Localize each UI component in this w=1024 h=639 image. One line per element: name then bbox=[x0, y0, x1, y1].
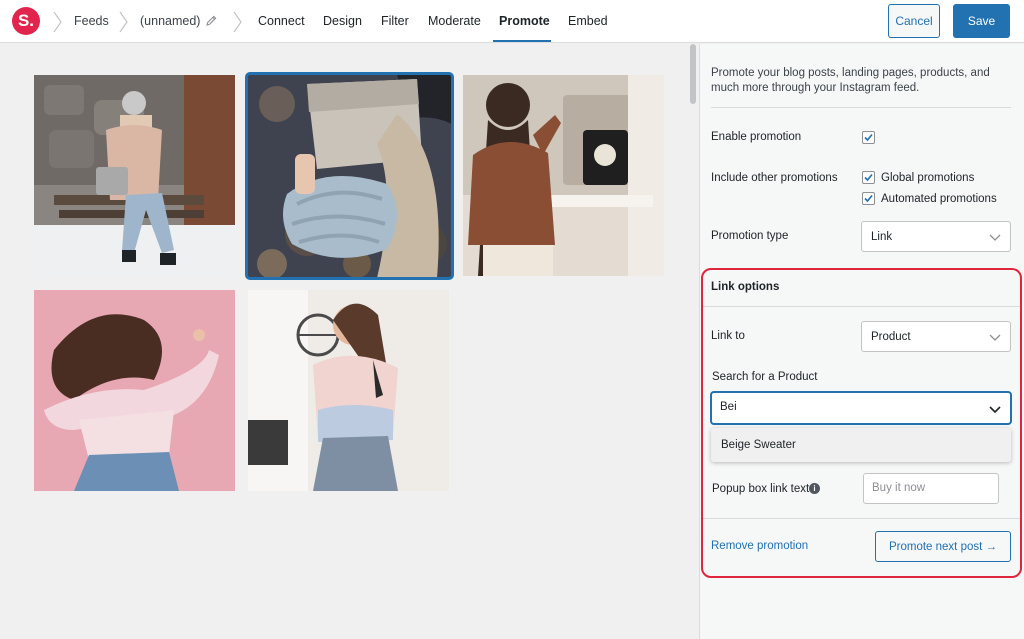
pencil-icon[interactable] bbox=[205, 14, 218, 27]
link-options-title: Link options bbox=[711, 281, 780, 293]
breadcrumb-feeds[interactable]: Feeds bbox=[74, 14, 109, 28]
product-search-field[interactable] bbox=[711, 392, 1011, 424]
feed-post-photo[interactable] bbox=[245, 72, 454, 280]
enable-promotion-label: Enable promotion bbox=[711, 131, 802, 143]
top-bar: S. Feeds (unnamed) Connect Design Filter… bbox=[0, 0, 1024, 43]
feed-post-photo[interactable] bbox=[463, 75, 664, 276]
app-logo[interactable]: S. bbox=[12, 7, 40, 35]
product-search-input[interactable] bbox=[720, 401, 980, 413]
feed-post-photo[interactable] bbox=[34, 75, 235, 276]
suggestion-option[interactable]: Beige Sweater bbox=[721, 439, 796, 451]
cancel-button[interactable]: Cancel bbox=[888, 4, 940, 38]
tab-design[interactable]: Design bbox=[323, 14, 362, 28]
divider bbox=[711, 107, 1011, 108]
automated-promotions-label: Automated promotions bbox=[881, 193, 997, 205]
popup-link-text-field[interactable] bbox=[863, 473, 999, 504]
enable-promotion-checkbox[interactable] bbox=[862, 131, 875, 144]
chevron-right-icon bbox=[118, 11, 128, 33]
promote-next-post-button[interactable]: Promote next post → bbox=[875, 531, 1011, 562]
global-promotions-label: Global promotions bbox=[881, 172, 975, 184]
include-other-promotions-label: Include other promotions bbox=[711, 172, 838, 184]
checkmark-icon bbox=[864, 173, 873, 182]
remove-promotion-link[interactable]: Remove promotion bbox=[711, 540, 808, 552]
save-button[interactable]: Save bbox=[953, 4, 1010, 38]
global-promotions-checkbox[interactable] bbox=[862, 171, 875, 184]
promotion-type-label: Promotion type bbox=[711, 230, 789, 242]
link-to-select[interactable]: Product bbox=[861, 321, 1011, 352]
checkmark-icon bbox=[864, 133, 873, 142]
tab-connect[interactable]: Connect bbox=[258, 14, 305, 28]
product-suggestions-dropdown: Beige Sweater bbox=[711, 428, 1011, 462]
promotion-type-value: Link bbox=[871, 231, 893, 243]
scrollbar-thumb[interactable] bbox=[690, 44, 696, 104]
link-to-value: Product bbox=[871, 331, 911, 343]
breadcrumb-feed-name[interactable]: (unnamed) bbox=[140, 14, 200, 28]
checkmark-icon bbox=[864, 194, 873, 203]
divider bbox=[703, 306, 1020, 307]
tab-promote[interactable]: Promote bbox=[499, 14, 550, 28]
tab-filter[interactable]: Filter bbox=[381, 14, 409, 28]
feed-post-photo[interactable] bbox=[248, 290, 449, 491]
chevron-down-icon bbox=[989, 234, 1001, 241]
gallery-scrollbar[interactable] bbox=[688, 44, 698, 639]
chevron-right-icon bbox=[52, 11, 62, 33]
chevron-down-icon[interactable] bbox=[989, 404, 1001, 414]
promotion-type-select[interactable]: Link bbox=[861, 221, 1011, 252]
tab-moderate[interactable]: Moderate bbox=[428, 14, 481, 28]
divider bbox=[703, 518, 1020, 519]
chevron-down-icon bbox=[989, 334, 1001, 341]
chevron-right-icon bbox=[232, 11, 242, 33]
automated-promotions-checkbox[interactable] bbox=[862, 192, 875, 205]
product-search-label: Search for a Product bbox=[712, 371, 818, 383]
link-to-label: Link to bbox=[711, 330, 745, 342]
popup-link-text-label: Popup box link text bbox=[712, 483, 810, 495]
feed-post-photo[interactable] bbox=[34, 290, 235, 491]
info-icon[interactable]: i bbox=[809, 483, 820, 494]
popup-link-text-input[interactable] bbox=[872, 482, 990, 494]
tab-embed[interactable]: Embed bbox=[568, 14, 608, 28]
active-tab-indicator bbox=[493, 40, 551, 42]
promote-intro-text: Promote your blog posts, landing pages, … bbox=[711, 67, 990, 94]
